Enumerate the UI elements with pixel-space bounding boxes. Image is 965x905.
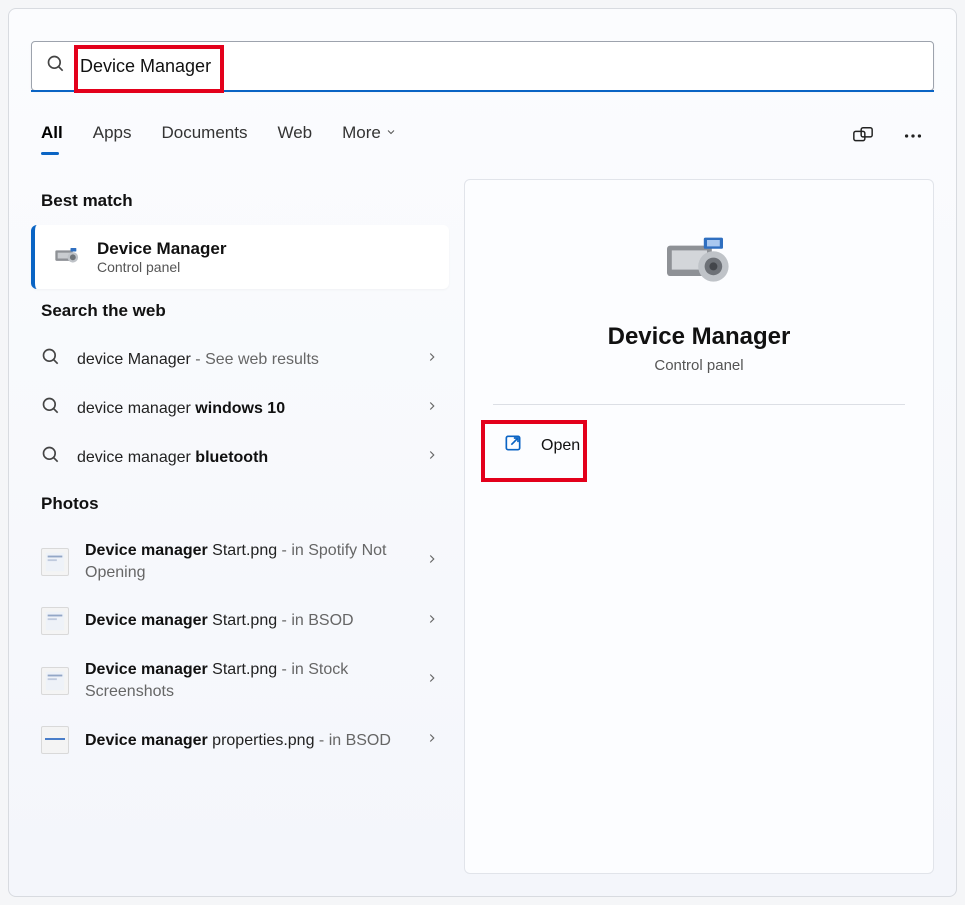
photo-rest: Start.png	[208, 612, 277, 629]
tab-more-label: More	[342, 123, 381, 143]
search-focus-underline	[31, 90, 934, 92]
search-icon	[46, 54, 66, 79]
best-match-title: Device Manager	[97, 239, 226, 259]
device-manager-icon	[53, 241, 81, 274]
web-result-text: device Manager	[77, 351, 191, 368]
chevron-right-icon	[425, 399, 439, 418]
divider	[493, 404, 905, 405]
web-result-2[interactable]: device manager bluetooth	[31, 433, 449, 482]
more-options-icon[interactable]	[902, 125, 924, 147]
open-external-icon	[503, 433, 523, 458]
chevron-right-icon	[425, 552, 439, 571]
preview-pane: Device Manager Control panel Open	[464, 179, 934, 874]
photo-rest: properties.png	[208, 732, 315, 749]
preview-title: Device Manager	[608, 323, 791, 351]
image-file-icon	[41, 667, 69, 695]
tab-web[interactable]: Web	[277, 123, 312, 149]
device-manager-large-icon	[659, 226, 739, 299]
tab-all[interactable]: All	[41, 123, 63, 149]
search-window: All Apps Documents Web More Best match	[8, 8, 957, 897]
chat-icon[interactable]	[852, 125, 874, 147]
photo-result-2[interactable]: Device manager Start.png - in Stock Scre…	[31, 647, 449, 714]
image-file-icon	[41, 726, 69, 754]
results-list: Best match Device Manager Control panel …	[31, 179, 449, 766]
web-result-prefix: device manager	[77, 449, 195, 466]
web-result-suffix: - See web results	[191, 351, 319, 368]
photo-bold: Device manager	[85, 732, 208, 749]
photo-bold: Device manager	[85, 661, 208, 678]
photo-result-0[interactable]: Device manager Start.png - in Spotify No…	[31, 528, 449, 595]
search-icon	[41, 396, 61, 421]
search-icon	[41, 347, 61, 372]
chevron-down-icon	[385, 123, 397, 143]
image-file-icon	[41, 548, 69, 576]
open-label: Open	[541, 437, 580, 455]
photo-result-1[interactable]: Device manager Start.png - in BSOD	[31, 595, 449, 647]
best-match-card[interactable]: Device Manager Control panel	[31, 225, 449, 289]
photo-bold: Device manager	[85, 612, 208, 629]
web-result-0[interactable]: device Manager - See web results	[31, 335, 449, 384]
photo-tail: - in BSOD	[277, 612, 353, 629]
chevron-right-icon	[425, 731, 439, 750]
chevron-right-icon	[425, 612, 439, 631]
open-button[interactable]: Open	[493, 427, 590, 464]
photo-rest: Start.png	[208, 542, 277, 559]
web-result-1[interactable]: device manager windows 10	[31, 384, 449, 433]
chevron-right-icon	[425, 448, 439, 467]
tab-more[interactable]: More	[342, 123, 397, 149]
search-input[interactable]	[80, 56, 919, 77]
photo-rest: Start.png	[208, 661, 277, 678]
image-file-icon	[41, 607, 69, 635]
preview-subtitle: Control panel	[654, 357, 743, 374]
section-heading-photos: Photos	[41, 494, 439, 514]
tab-apps[interactable]: Apps	[93, 123, 132, 149]
section-heading-web: Search the web	[41, 301, 439, 321]
photo-result-3[interactable]: Device manager properties.png - in BSOD	[31, 714, 449, 766]
web-result-bold: windows 10	[195, 400, 285, 417]
web-result-bold: bluetooth	[195, 449, 268, 466]
tab-documents[interactable]: Documents	[161, 123, 247, 149]
search-icon	[41, 445, 61, 470]
search-bar[interactable]	[31, 41, 934, 91]
photo-bold: Device manager	[85, 542, 208, 559]
web-result-prefix: device manager	[77, 400, 195, 417]
photo-tail: - in BSOD	[314, 732, 390, 749]
chevron-right-icon	[425, 350, 439, 369]
filter-tabs: All Apps Documents Web More	[41, 123, 924, 149]
best-match-subtitle: Control panel	[97, 259, 226, 275]
chevron-right-icon	[425, 671, 439, 690]
section-heading-best: Best match	[41, 191, 439, 211]
